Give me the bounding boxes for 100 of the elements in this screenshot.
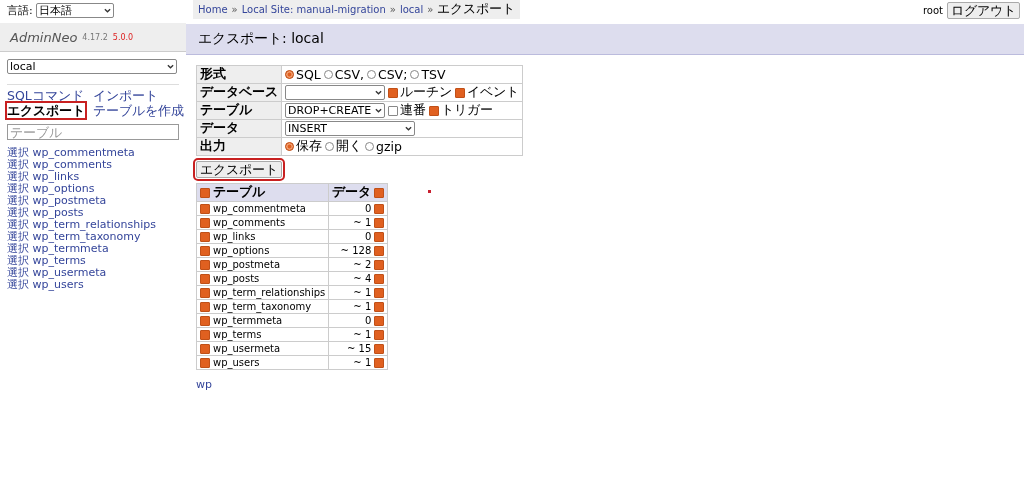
- table-name: wp_commentmeta: [213, 203, 306, 214]
- checkbox[interactable]: [200, 315, 210, 326]
- checkbox[interactable]: [374, 259, 385, 270]
- option-label: トリガー: [441, 102, 493, 119]
- checkbox[interactable]: [200, 357, 210, 368]
- checkbox[interactable]: [374, 301, 385, 312]
- table-link[interactable]: wp_comments: [32, 158, 112, 171]
- table-name: wp_options: [213, 245, 270, 256]
- table-name: wp_postmeta: [213, 259, 281, 270]
- export-button[interactable]: エクスポート: [196, 161, 282, 178]
- caret-icon: [375, 108, 382, 113]
- select-link[interactable]: 選択: [7, 158, 29, 171]
- select-link[interactable]: 選択: [7, 254, 29, 267]
- checkbox[interactable]: [388, 105, 398, 116]
- table-name: wp_users: [213, 357, 260, 368]
- caret-icon: [103, 7, 111, 13]
- radio-button[interactable]: [325, 142, 334, 151]
- checkbox[interactable]: [200, 203, 210, 214]
- table-link[interactable]: wp_termmeta: [32, 242, 109, 255]
- breadcrumb-link[interactable]: Home: [198, 4, 228, 15]
- table-link[interactable]: wp_postmeta: [32, 194, 107, 207]
- row-count: ~ 2: [353, 259, 372, 270]
- checkbox[interactable]: [374, 343, 385, 354]
- breadcrumb-separator: »: [231, 4, 238, 15]
- select-link[interactable]: 選択: [7, 266, 29, 279]
- nav-link[interactable]: テーブルを作成: [93, 103, 184, 118]
- select-link[interactable]: 選択: [7, 278, 29, 291]
- new-version-link[interactable]: 5.0.0: [112, 32, 134, 42]
- username: root: [922, 5, 943, 16]
- table-name: wp_links: [213, 231, 256, 242]
- caret-icon: [167, 64, 174, 69]
- row-count: ~ 15: [346, 343, 372, 354]
- dropdown[interactable]: INSERT: [285, 121, 415, 136]
- checkbox[interactable]: [374, 203, 385, 214]
- table-filter-field[interactable]: テーブル: [7, 124, 179, 140]
- breadcrumb-link[interactable]: local: [399, 4, 424, 15]
- radio-button[interactable]: [366, 70, 376, 79]
- checkbox[interactable]: [200, 245, 210, 256]
- table-link[interactable]: wp_links: [32, 170, 80, 183]
- table-link[interactable]: wp_users: [32, 278, 84, 291]
- radio-button[interactable]: [285, 70, 294, 79]
- radio-button[interactable]: [285, 142, 294, 151]
- select-link[interactable]: 選択: [7, 242, 29, 255]
- option-label: gzip: [376, 139, 402, 154]
- dropdown[interactable]: DROP+CREATE: [285, 103, 385, 118]
- dropdown[interactable]: [285, 85, 385, 100]
- page-heading: エクスポート: local: [186, 24, 1024, 55]
- field-label: 形式: [196, 65, 282, 84]
- checkbox[interactable]: [374, 245, 385, 256]
- table-link[interactable]: wp_options: [32, 182, 95, 195]
- row-count: 0: [364, 315, 372, 326]
- nav-link[interactable]: エクスポート: [7, 103, 85, 118]
- logout-button[interactable]: ログアウト: [947, 2, 1020, 19]
- table-link[interactable]: wp_term_relationships: [32, 218, 156, 231]
- radio-button[interactable]: [410, 70, 420, 79]
- table-link[interactable]: wp_usermeta: [32, 266, 107, 279]
- checkbox[interactable]: [429, 105, 439, 116]
- language-select[interactable]: 日本語: [35, 2, 114, 18]
- checkbox[interactable]: [200, 343, 210, 354]
- database-select[interactable]: local: [7, 59, 177, 74]
- radio-button[interactable]: [365, 142, 374, 151]
- checkbox[interactable]: [200, 231, 210, 242]
- select-link[interactable]: 選択: [7, 170, 29, 183]
- nav-link[interactable]: インポート: [93, 88, 184, 103]
- caret-icon: [405, 126, 412, 131]
- table-name: wp_comments: [213, 217, 286, 228]
- table-link[interactable]: wp_commentmeta: [32, 146, 135, 159]
- checkbox[interactable]: [200, 329, 210, 340]
- checkbox[interactable]: [374, 273, 385, 284]
- checkbox[interactable]: [374, 217, 385, 228]
- checkbox[interactable]: [200, 259, 210, 270]
- checkbox[interactable]: [374, 187, 385, 198]
- checkbox[interactable]: [200, 217, 210, 228]
- select-link[interactable]: 選択: [7, 218, 29, 231]
- table-link[interactable]: wp_term_taxonomy: [32, 230, 141, 243]
- checkbox[interactable]: [455, 87, 465, 98]
- option-label: ルーチン: [400, 84, 452, 101]
- table-link[interactable]: wp_posts: [32, 206, 84, 219]
- checkbox[interactable]: [374, 231, 385, 242]
- breadcrumb-separator: »: [427, 4, 434, 15]
- checkbox[interactable]: [200, 273, 210, 284]
- table-name: wp_term_relationships: [213, 287, 326, 298]
- checkbox[interactable]: [374, 329, 385, 340]
- checkbox[interactable]: [374, 287, 385, 298]
- select-link[interactable]: 選択: [7, 206, 29, 219]
- database-link[interactable]: wp: [196, 378, 212, 391]
- select-link[interactable]: 選択: [7, 182, 29, 195]
- breadcrumb-link[interactable]: Local Site: manual-migration: [241, 4, 386, 15]
- select-link[interactable]: 選択: [7, 194, 29, 207]
- select-link[interactable]: 選択: [7, 230, 29, 243]
- checkbox[interactable]: [200, 187, 210, 198]
- checkbox[interactable]: [374, 357, 385, 368]
- row-count: 0: [364, 203, 372, 214]
- checkbox[interactable]: [374, 315, 385, 326]
- table-link[interactable]: wp_terms: [32, 254, 86, 267]
- checkbox[interactable]: [388, 87, 398, 98]
- checkbox[interactable]: [200, 301, 210, 312]
- radio-button[interactable]: [323, 70, 333, 79]
- checkbox[interactable]: [200, 287, 210, 298]
- select-link[interactable]: 選択: [7, 146, 29, 159]
